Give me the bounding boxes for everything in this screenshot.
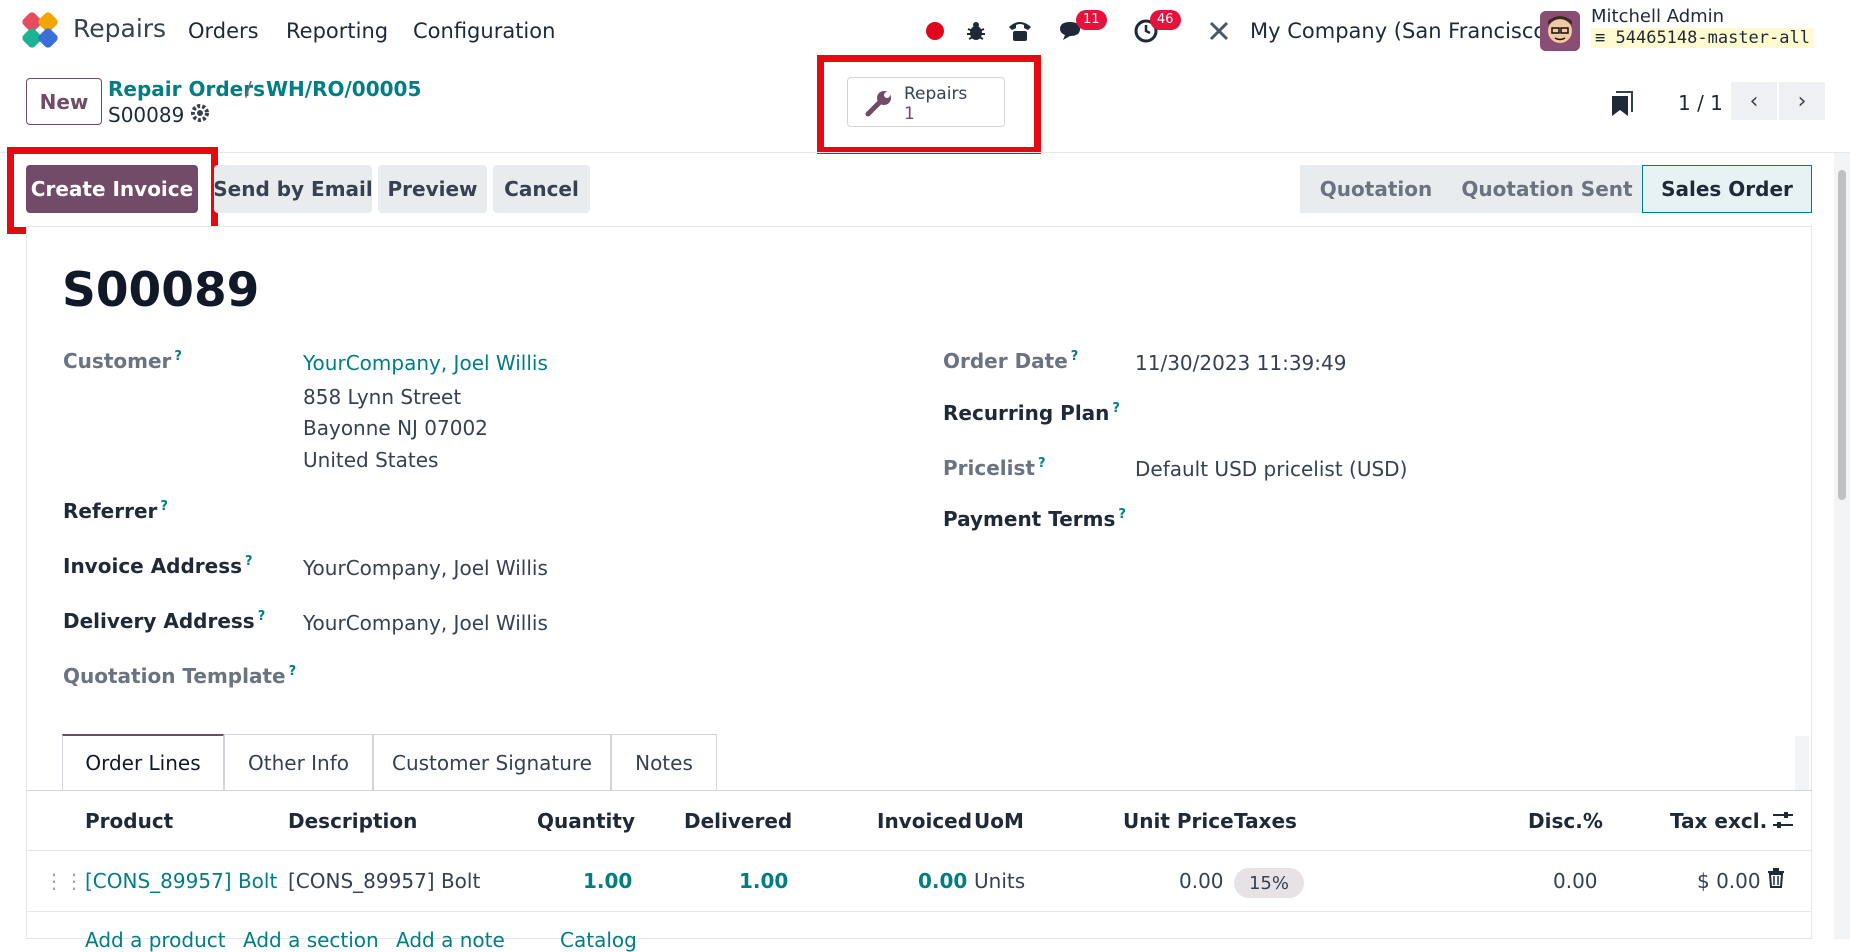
customer-field[interactable]: YourCompany, Joel Willis	[303, 351, 548, 375]
cell-quantity[interactable]: 1.00	[583, 869, 632, 893]
trash-icon[interactable]	[1767, 868, 1785, 893]
pager-value[interactable]: 1 / 1	[1678, 91, 1723, 115]
customer-address-line: United States	[303, 448, 439, 472]
cell-description[interactable]: [CONS_89957] Bolt	[288, 869, 480, 893]
status-bar: Quotation Quotation Sent Sales Order	[1300, 165, 1812, 213]
pricelist-label: Pricelist?	[943, 456, 1046, 480]
invoice-address-field[interactable]: YourCompany, Joel Willis	[303, 556, 548, 580]
column-header-quantity[interactable]: Quantity	[537, 809, 635, 833]
gear-icon[interactable]	[190, 103, 210, 128]
cell-product[interactable]: [CONS_89957] Bolt	[85, 869, 277, 893]
column-settings-icon[interactable]	[1772, 810, 1794, 835]
cell-tax-excl: $ 0.00	[1697, 869, 1761, 893]
menu-configuration[interactable]: Configuration	[413, 19, 555, 43]
status-quotation-sent[interactable]: Quotation Sent	[1452, 165, 1642, 213]
row-divider	[26, 911, 1812, 912]
status-sales-order[interactable]: Sales Order	[1642, 165, 1812, 213]
tab-other-info[interactable]: Other Info	[224, 734, 373, 790]
company-switcher[interactable]: My Company (San Francisco)	[1250, 19, 1554, 43]
recurring-plan-label: Recurring Plan?	[943, 401, 1120, 425]
highlight-box-create-invoice	[7, 147, 218, 234]
cell-taxes-badge[interactable]: 15%	[1234, 868, 1304, 898]
user-avatar[interactable]	[1540, 11, 1580, 51]
user-name[interactable]: Mitchell Admin	[1591, 6, 1724, 27]
chat-badge: 11	[1076, 10, 1107, 30]
breadcrumb-repair-record[interactable]: WH/RO/00005	[266, 77, 421, 101]
column-header-invoiced[interactable]: Invoiced	[877, 809, 972, 833]
pager-next-button[interactable]: ›	[1779, 82, 1825, 120]
customer-label: Customer?	[63, 349, 182, 373]
chevron-right-icon: ›	[1797, 88, 1807, 114]
column-header-uom[interactable]: UoM	[974, 809, 1024, 833]
new-button[interactable]: New	[26, 78, 102, 125]
app-name[interactable]: Repairs	[73, 14, 166, 43]
order-date-field[interactable]: 11/30/2023 11:39:49	[1135, 351, 1346, 375]
column-header-taxes[interactable]: Taxes	[1234, 809, 1297, 833]
database-name: ≡ 54465148-master-all	[1591, 28, 1814, 48]
highlight-box-repairs	[817, 55, 1041, 154]
drag-handle-icon[interactable]: ⋮⋮	[44, 869, 84, 893]
customer-address-line: 858 Lynn Street	[303, 385, 462, 409]
control-panel-divider	[0, 152, 1850, 153]
cell-unit-price[interactable]: 0.00	[1179, 869, 1224, 893]
database-name-text: 54465148-master-all	[1615, 28, 1810, 48]
payment-terms-label: Payment Terms?	[943, 507, 1126, 531]
app-logo-icon[interactable]	[20, 10, 60, 50]
tab-order-lines[interactable]: Order Lines	[62, 734, 224, 790]
cell-invoiced[interactable]: 0.00	[918, 869, 967, 893]
pricelist-field[interactable]: Default USD pricelist (USD)	[1135, 457, 1407, 481]
header-divider	[26, 850, 1812, 851]
bug-icon[interactable]	[961, 16, 991, 46]
tab-customer-signature[interactable]: Customer Signature	[373, 734, 611, 790]
menu-reporting[interactable]: Reporting	[286, 19, 388, 43]
database-icon: ≡	[1595, 28, 1606, 48]
record-name: S00089	[108, 103, 185, 127]
phone-icon[interactable]	[1005, 16, 1035, 46]
breadcrumb-repair-orders[interactable]: Repair Orders	[108, 77, 265, 101]
cell-delivered[interactable]: 1.00	[739, 869, 788, 893]
tabs-divider	[26, 790, 1812, 791]
tab-notes[interactable]: Notes	[611, 734, 717, 790]
add-note-link[interactable]: Add a note	[396, 928, 505, 952]
page-scrollbar-thumb[interactable]	[1838, 170, 1846, 500]
chevron-left-icon: ‹	[1749, 88, 1759, 114]
catalog-link[interactable]: Catalog	[560, 928, 637, 952]
column-header-description[interactable]: Description	[288, 809, 417, 833]
pager-previous-button[interactable]: ‹	[1731, 82, 1777, 120]
customer-address-line: Bayonne NJ 07002	[303, 416, 488, 440]
column-header-product[interactable]: Product	[85, 809, 173, 833]
cancel-button[interactable]: Cancel	[493, 165, 590, 213]
quotation-template-label: Quotation Template?	[63, 664, 297, 688]
record-indicator-icon[interactable]	[920, 16, 950, 46]
menu-orders[interactable]: Orders	[188, 19, 259, 43]
order-title: S00089	[62, 263, 260, 318]
bookmark-icon[interactable]	[1610, 90, 1634, 123]
order-date-label: Order Date?	[943, 349, 1079, 373]
invoice-address-label: Invoice Address?	[63, 554, 253, 578]
delivery-address-label: Delivery Address?	[63, 609, 266, 633]
column-header-discount[interactable]: Disc.%	[1528, 809, 1603, 833]
column-header-tax-excl[interactable]: Tax excl.	[1670, 809, 1767, 833]
notebook-scrollbar[interactable]	[1795, 736, 1809, 790]
activity-badge: 46	[1150, 10, 1181, 30]
referrer-label: Referrer?	[63, 499, 168, 523]
send-by-email-button[interactable]: Send by Email	[213, 165, 373, 213]
preview-button[interactable]: Preview	[378, 165, 487, 213]
add-section-link[interactable]: Add a section	[243, 928, 379, 952]
column-header-unit-price[interactable]: Unit Price	[1123, 809, 1234, 833]
cell-uom[interactable]: Units	[974, 869, 1025, 893]
tools-icon[interactable]	[1204, 16, 1234, 46]
breadcrumb-separator: /	[245, 77, 252, 101]
delivery-address-field[interactable]: YourCompany, Joel Willis	[303, 611, 548, 635]
notebook-tabs: Order Lines Other Info Customer Signatur…	[62, 734, 717, 790]
top-navbar: Repairs Orders Reporting Configuration 1…	[0, 0, 1850, 60]
status-quotation[interactable]: Quotation	[1300, 165, 1452, 213]
column-header-delivered[interactable]: Delivered	[684, 809, 792, 833]
add-product-link[interactable]: Add a product	[85, 928, 226, 952]
cell-discount[interactable]: 0.00	[1553, 869, 1598, 893]
